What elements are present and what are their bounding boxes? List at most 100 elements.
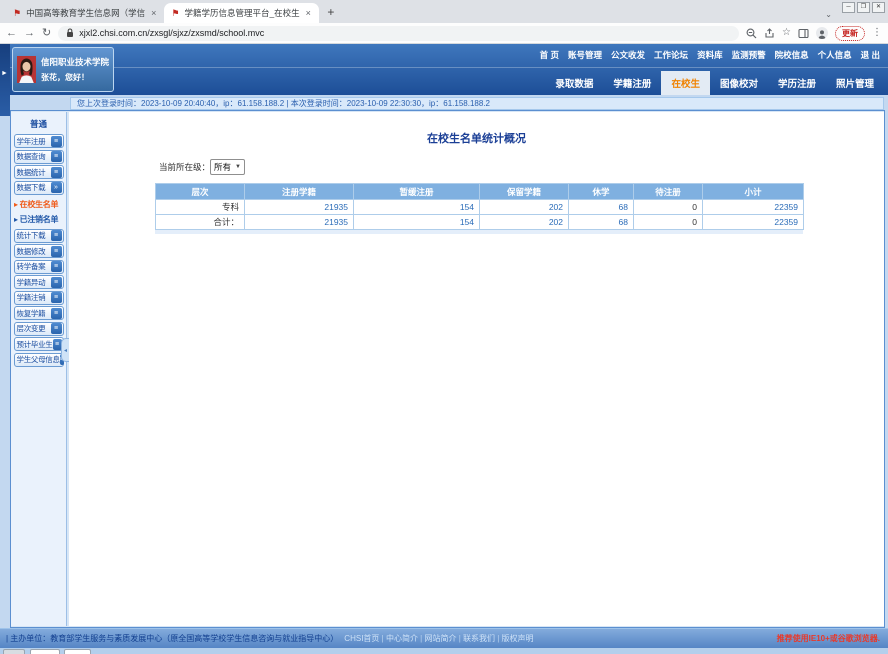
value-link[interactable]: 154 (460, 202, 474, 212)
value-link[interactable]: 202 (549, 202, 563, 212)
value-link[interactable]: 154 (460, 217, 474, 227)
sidebar-item-expected-graduates[interactable]: 预计毕业生 ≡ (14, 337, 64, 351)
sidebar-group-label: 普通 (11, 118, 66, 130)
forward-button[interactable]: → (24, 28, 35, 39)
bookmark-star-icon[interactable]: ☆ (782, 28, 791, 38)
collapse-arrow-icon: ◂ (64, 347, 67, 354)
tab-current-students[interactable]: 在校生 (661, 71, 710, 95)
back-button[interactable]: ← (6, 28, 17, 39)
stats-table: 层次 注册学籍 暂缓注册 保留学籍 休学 待注册 小计 专科 21935 154… (155, 183, 804, 230)
sidebar-item-data-modify[interactable]: 数据修改 ≡ (14, 244, 64, 258)
table-header-row: 层次 注册学籍 暂缓注册 保留学籍 休学 待注册 小计 (156, 184, 804, 200)
nav-personal-info[interactable]: 个人信息 (818, 49, 852, 61)
sidebar: 普通 学年注册 ≡ 数据查询 ≡ 数据统计 ≡ 数据下载 » ▸ 在校生名单 ▸… (11, 112, 67, 626)
expand-icon: ≡ (51, 167, 62, 178)
chsi-favicon-icon: ⚑ (13, 8, 21, 19)
page-content: 首 页 账号管理 公文收发 工作论坛 资料库 监测预警 院校信息 个人信息 退 … (0, 44, 888, 654)
value-link[interactable]: 21935 (324, 217, 348, 227)
side-panel-icon[interactable] (798, 28, 809, 39)
value-zero: 0 (692, 217, 697, 227)
expand-icon: ≡ (51, 308, 62, 319)
browser-tab-chsi-home[interactable]: ⚑ 中国高等教育学生信息网（学信 × (6, 3, 164, 23)
value-link[interactable]: 22359 (774, 217, 798, 227)
nav-home[interactable]: 首 页 (540, 49, 559, 61)
nav-logout[interactable]: 退 出 (861, 49, 880, 61)
profile-avatar-icon[interactable] (816, 27, 828, 39)
minimize-button[interactable]: ─ (842, 2, 855, 13)
nav-monitor[interactable]: 监测预警 (732, 49, 766, 61)
sidebar-item-data-download[interactable]: 数据下载 » (14, 181, 64, 195)
value-link[interactable]: 68 (619, 202, 628, 212)
tab-image-check[interactable]: 图像校对 (710, 71, 768, 95)
share-icon[interactable] (764, 28, 775, 39)
value-link[interactable]: 202 (549, 217, 563, 227)
sidebar-item-status-cancel[interactable]: 学籍注销 ≡ (14, 291, 64, 305)
grade-select-value: 所有 (214, 161, 231, 173)
sidebar-item-parent-info[interactable]: 学生父母信息 ≡ (14, 353, 64, 367)
sidebar-item-transfer-record[interactable]: 转学备案 ≡ (14, 260, 64, 274)
browser-window: ⚑ 中国高等教育学生信息网（学信 × ⚑ 学籍学历信息管理平台_在校生 × + … (0, 0, 888, 654)
tab-degree-register[interactable]: 学历注册 (768, 71, 826, 95)
close-button[interactable]: ✕ (872, 2, 885, 13)
table-row: 专科 21935 154 202 68 0 22359 (156, 200, 804, 215)
submenu-arrow-icon: ▸ (14, 200, 18, 209)
col-level: 层次 (156, 184, 245, 200)
lock-icon (66, 28, 74, 38)
sidebar-item-year-register[interactable]: 学年注册 ≡ (14, 134, 64, 148)
tab-photo-manage[interactable]: 照片管理 (826, 71, 884, 95)
tab-close-icon[interactable]: × (150, 8, 157, 18)
expanded-icon: » (51, 182, 62, 193)
chrome-update-button[interactable]: 更新 (835, 26, 865, 41)
chevron-down-icon[interactable]: ⌄ (825, 10, 832, 19)
nav-library[interactable]: 资料库 (697, 49, 723, 61)
expand-arrow-icon[interactable]: ► (1, 70, 8, 77)
value-link[interactable]: 21935 (324, 202, 348, 212)
value-link[interactable]: 68 (619, 217, 628, 227)
browser-menu-icon[interactable]: ⋮ (872, 28, 882, 38)
zoom-icon[interactable] (746, 28, 757, 39)
browser-tab-active[interactable]: ⚑ 学籍学历信息管理平台_在校生 × (164, 3, 319, 23)
new-tab-button[interactable]: + (323, 5, 339, 21)
sidebar-item-stats-download[interactable]: 统计下载 ≡ (14, 229, 64, 243)
table-total-row: 合计： 21935 154 202 68 0 22359 (156, 215, 804, 230)
expand-icon: ≡ (51, 323, 62, 334)
tab-admission-data[interactable]: 录取数据 (545, 71, 603, 95)
footer-link-chsi-home[interactable]: CHSI首页 (344, 634, 379, 643)
address-bar[interactable]: xjxl2.chsi.com.cn/zxsgl/sjxz/zxsmd/schoo… (58, 26, 739, 41)
nav-account[interactable]: 账号管理 (568, 49, 602, 61)
sidebar-item-level-change[interactable]: 层次变更 ≡ (14, 322, 64, 336)
sidebar-link-current-students-list[interactable]: ▸ 在校生名单 (14, 199, 66, 210)
footer-link-copyright[interactable]: 版权声明 (502, 634, 534, 643)
footer-link-center-intro[interactable]: 中心简介 (386, 634, 418, 643)
nav-documents[interactable]: 公文收发 (611, 49, 645, 61)
top-nav: 首 页 账号管理 公文收发 工作论坛 资料库 监测预警 院校信息 个人信息 退 … (540, 49, 880, 61)
restore-button[interactable]: ❐ (857, 2, 870, 13)
chsi-favicon-icon: ⚑ (171, 8, 179, 19)
browser-recommend-tip: 推荐使用IE10+或谷歌浏览器. (777, 633, 880, 644)
tab-status-register[interactable]: 学籍注册 (603, 71, 661, 95)
submenu-arrow-icon: ▸ (14, 215, 18, 224)
grade-select[interactable]: 所有 ▼ (210, 159, 245, 175)
grade-filter-row: 当前所在级： 所有 ▼ (159, 159, 884, 175)
expand-icon: ≡ (51, 230, 62, 241)
sidebar-item-status-change[interactable]: 学籍异动 ≡ (14, 275, 64, 289)
sidebar-collapse-handle[interactable]: ◂ (61, 338, 69, 362)
sidebar-link-cancelled-list[interactable]: ▸ 已注销名单 (14, 214, 66, 225)
expand-icon: ≡ (51, 292, 62, 303)
nav-school-info[interactable]: 院校信息 (775, 49, 809, 61)
expand-icon: ≡ (51, 277, 62, 288)
value-link[interactable]: 22359 (774, 202, 798, 212)
partial-element (3, 649, 25, 654)
nav-forum[interactable]: 工作论坛 (654, 49, 688, 61)
tab-close-icon[interactable]: × (305, 8, 312, 18)
footer-link-site-intro[interactable]: 网站简介 (424, 634, 456, 643)
page-title: 在校生名单统计概况 (69, 130, 884, 146)
footer-link-contact[interactable]: 联系我们 (463, 634, 495, 643)
reload-button[interactable]: ↻ (42, 28, 51, 39)
sidebar-item-status-restore[interactable]: 恢复学籍 ≡ (14, 306, 64, 320)
user-greeting: 张花，您好！ (41, 72, 109, 83)
main-panel: 在校生名单统计概况 当前所在级： 所有 ▼ 层次 注册学籍 暂缓注册 保留学籍 … (69, 112, 884, 626)
col-suspended: 休学 (569, 184, 634, 200)
sidebar-item-data-stats[interactable]: 数据统计 ≡ (14, 165, 64, 179)
sidebar-item-data-query[interactable]: 数据查询 ≡ (14, 150, 64, 164)
